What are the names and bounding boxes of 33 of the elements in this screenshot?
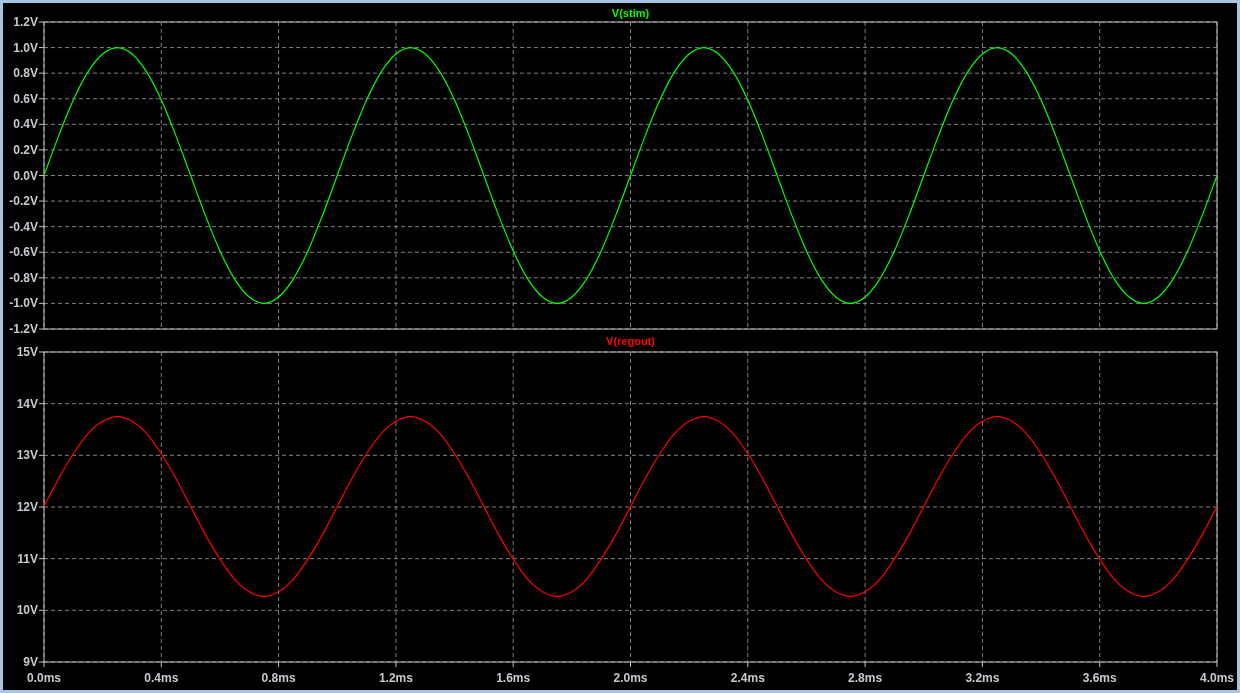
- axis-tick-label: 1.6ms: [496, 671, 531, 685]
- axis-tick-label: 1.0V: [13, 40, 38, 55]
- axis-tick-label: 11V: [17, 551, 38, 566]
- axis-tick-label: 0.8V: [13, 66, 38, 81]
- trace-title[interactable]: V(regout): [606, 335, 655, 347]
- axis-tick-label: 2.8ms: [848, 671, 883, 685]
- axis-tick-label: 2.0ms: [613, 671, 648, 685]
- axis-tick-label: 1.2V: [13, 15, 38, 29]
- axis-tick-label: 2.4ms: [730, 671, 765, 685]
- axis-tick-label: 4.0ms: [1200, 671, 1234, 685]
- axis-tick-label: 0.8ms: [261, 671, 296, 685]
- axis-tick-label: 0.0ms: [27, 671, 61, 685]
- axis-tick-label: 9V: [23, 655, 38, 669]
- axis-tick-label: 0.4ms: [144, 671, 179, 685]
- axis-tick-label: -0.4V: [9, 219, 38, 234]
- axis-tick-label: 15V: [16, 345, 38, 359]
- trace-title[interactable]: V(stim): [611, 7, 650, 19]
- axis-tick-label: -0.6V: [9, 245, 38, 260]
- axis-tick-label: 1.2ms: [378, 671, 413, 685]
- axis-tick-label: -0.8V: [9, 270, 38, 285]
- axis-tick-label: -1.0V: [9, 296, 38, 311]
- axis-tick-label: 0.0V: [13, 168, 38, 183]
- axis-tick-label: -0.2V: [9, 194, 38, 209]
- axis-tick-label: 3.6ms: [1082, 671, 1117, 685]
- axis-tick-label: 0.6V: [13, 91, 38, 106]
- axis-tick-label: 14V: [16, 396, 38, 411]
- axis-tick-label: 12V: [16, 500, 38, 514]
- axis-tick-label: 13V: [16, 448, 38, 463]
- axis-tick-label: 3.2ms: [965, 671, 1000, 685]
- axis-tick-label: -1.2V: [9, 322, 38, 333]
- axis-tick-label: 10V: [16, 603, 38, 618]
- axis-tick-label: 0.4V: [13, 117, 38, 132]
- axis-tick-label: 0.2V: [13, 142, 38, 157]
